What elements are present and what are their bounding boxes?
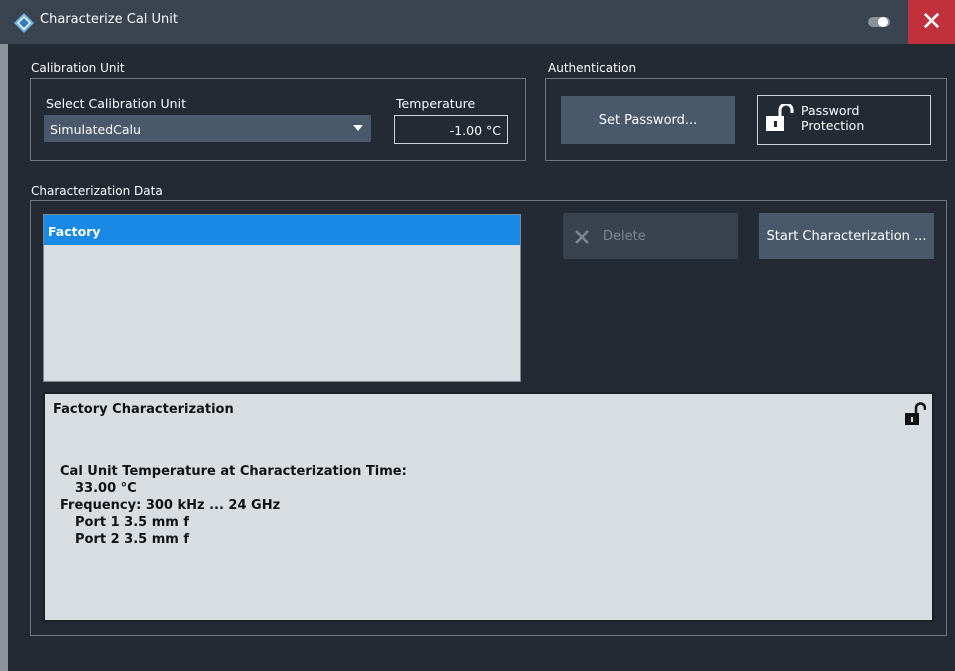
- start-characterization-button[interactable]: Start Characterization ...: [759, 213, 934, 259]
- details-port-2: Port 2 3.5 mm f: [75, 532, 190, 547]
- delete-button[interactable]: Delete: [563, 213, 738, 259]
- toggle-icon[interactable]: [868, 16, 890, 28]
- calibration-unit-select[interactable]: SimulatedCalu: [44, 115, 371, 142]
- window-title: Characterize Cal Unit: [40, 12, 178, 27]
- details-frequency: Frequency: 300 kHz ... 24 GHz: [60, 498, 281, 513]
- characterization-data-group-label: Characterization Data: [31, 184, 163, 198]
- characterization-details-panel: Factory Characterization Cal Unit Temper…: [43, 392, 934, 622]
- calibration-unit-group-label: Calibration Unit: [31, 61, 125, 75]
- calibration-unit-selected-value: SimulatedCalu: [50, 122, 141, 137]
- x-icon: [575, 230, 589, 244]
- temperature-field: -1.00 °C: [394, 115, 508, 144]
- rohde-schwarz-logo-icon: [14, 13, 34, 33]
- authentication-group-label: Authentication: [548, 61, 637, 75]
- details-temperature-label: Cal Unit Temperature at Characterization…: [60, 464, 407, 479]
- characterization-list[interactable]: Factory: [43, 214, 521, 382]
- delete-label: Delete: [603, 229, 646, 244]
- details-title: Factory Characterization: [53, 402, 234, 417]
- details-port-1: Port 1 3.5 mm f: [75, 515, 190, 530]
- temperature-label: Temperature: [396, 96, 476, 111]
- password-protection-line1: Password: [801, 103, 860, 118]
- close-button[interactable]: ✕: [908, 0, 955, 44]
- close-icon: ✕: [920, 7, 943, 37]
- window-left-edge: [0, 44, 8, 671]
- characterize-cal-unit-dialog: Characterize Cal Unit ✕ Calibration Unit…: [0, 0, 955, 671]
- chevron-down-icon: [353, 125, 363, 131]
- set-password-label: Set Password...: [598, 112, 698, 128]
- details-temperature-value: 33.00 °C: [75, 481, 137, 496]
- password-protection-label: Password Protection: [801, 103, 864, 133]
- select-calibration-unit-label: Select Calibration Unit: [46, 96, 186, 111]
- list-item[interactable]: Factory: [44, 215, 520, 245]
- title-bar: Characterize Cal Unit ✕: [0, 0, 955, 44]
- set-password-button[interactable]: Set Password...: [561, 96, 735, 144]
- start-characterization-label: Start Characterization ...: [766, 228, 927, 244]
- password-protection-button[interactable]: Password Protection: [757, 95, 931, 145]
- unlocked-padlock-icon: [766, 104, 794, 131]
- unlocked-padlock-icon: [905, 402, 926, 425]
- password-protection-line2: Protection: [801, 118, 865, 133]
